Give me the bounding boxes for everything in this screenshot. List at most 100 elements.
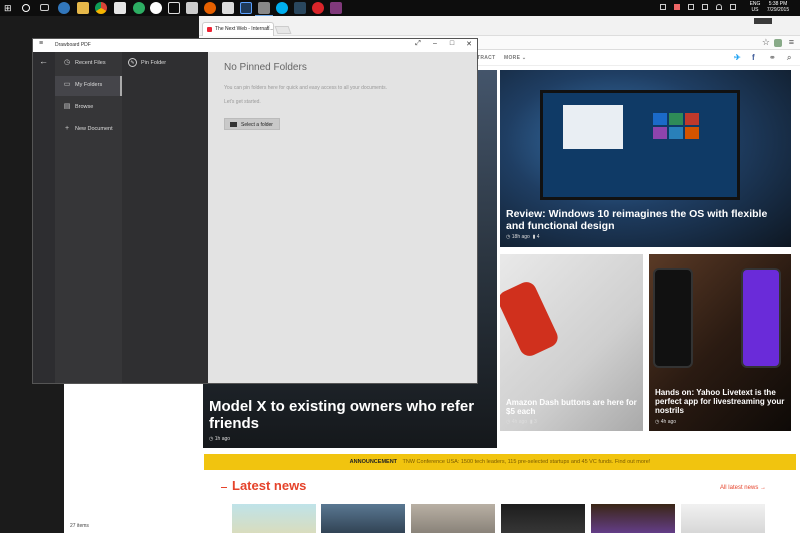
article-meta: ◷ 18h ago ▮ 4 <box>506 234 540 240</box>
facebook-icon[interactable]: f <box>752 53 755 62</box>
bookmark-star-icon[interactable]: ☆ <box>762 37 770 48</box>
steam-icon[interactable] <box>294 2 306 14</box>
clock[interactable]: 5:38 PM 7/29/2015 <box>764 1 792 13</box>
opera-icon[interactable] <box>312 2 324 14</box>
sticker-icon[interactable] <box>133 2 145 14</box>
news-thumbnail[interactable] <box>232 504 316 533</box>
news-thumbnail[interactable] <box>681 504 765 533</box>
article-title[interactable]: Model X to existing owners who refer fri… <box>209 398 491 433</box>
twitter-icon[interactable]: ✈ <box>734 53 741 62</box>
tray-icon[interactable] <box>688 4 694 10</box>
task-view-icon[interactable] <box>40 4 49 11</box>
news-thumbnail[interactable] <box>591 504 675 533</box>
explorer-icon[interactable] <box>77 2 89 14</box>
article-card-yahoo-livetext[interactable]: Hands on: Yahoo Livetext is the perfect … <box>649 254 791 431</box>
folder-icon <box>230 122 237 127</box>
close-icon[interactable]: ✕ <box>464 40 474 48</box>
news-thumbnail[interactable] <box>321 504 405 533</box>
folder-icon: ▭ <box>63 81 71 88</box>
nav-item-new-document[interactable]: + New Document <box>55 120 122 140</box>
article-time: 1h ago <box>214 436 231 442</box>
article-meta: ◷ 4h ago <box>655 419 677 425</box>
onenote-icon[interactable] <box>330 2 342 14</box>
article-meta: ◷ 1h ago <box>209 436 231 442</box>
clock-icon: ◷ <box>63 59 71 66</box>
photoshop-icon[interactable] <box>240 2 252 14</box>
article-time: 4h ago <box>660 419 677 425</box>
article-card-windows-10[interactable]: Review: Windows 10 reimagines the OS wit… <box>500 70 791 247</box>
article-title[interactable]: Amazon Dash buttons are here for $5 each <box>506 398 637 416</box>
nav-item-my-folders[interactable]: ▭ My Folders <box>55 76 122 96</box>
select-folder-button[interactable]: Select a folder <box>224 118 280 130</box>
favicon-icon <box>207 27 212 32</box>
back-arrow-icon[interactable]: ← <box>39 56 48 66</box>
latest-news-heading: Latest news <box>232 478 307 493</box>
tasks-icon[interactable] <box>168 2 180 14</box>
outlook-icon[interactable] <box>222 2 234 14</box>
edge-icon[interactable] <box>58 2 70 14</box>
tray-icon[interactable] <box>660 4 666 10</box>
fullscreen-icon[interactable]: ⤢ <box>413 40 423 48</box>
app-rail: ← <box>33 52 55 383</box>
chrome-icon[interactable] <box>95 2 107 14</box>
dash-button-image <box>500 278 561 360</box>
tray-icon[interactable] <box>674 4 680 10</box>
get-started-text: Let's get started. <box>224 99 261 105</box>
news-thumbnail[interactable] <box>501 504 585 533</box>
store-icon[interactable] <box>114 2 126 14</box>
close-tab-icon[interactable]: × <box>266 25 270 31</box>
main-content: No Pinned Folders You can pin folders he… <box>208 52 477 383</box>
tile <box>669 113 683 125</box>
firefox-icon[interactable] <box>204 2 216 14</box>
nav-item-more[interactable]: MORE ⌄ <box>504 55 526 61</box>
hamburger-menu-icon[interactable]: ≡ <box>39 40 43 47</box>
window-controls[interactable] <box>754 18 772 24</box>
nav-label: Browse <box>75 104 94 110</box>
photo-icon[interactable] <box>186 2 198 14</box>
file-explorer-window: 27 items <box>64 384 200 533</box>
extension-icon[interactable] <box>774 39 782 47</box>
minimize-icon[interactable]: – <box>430 40 440 47</box>
article-card-amazon-dash[interactable]: Amazon Dash buttons are here for $5 each… <box>500 254 643 431</box>
announcement-bar[interactable]: ANNOUNCEMENT TNW Conference USA: 1500 te… <box>204 454 796 470</box>
announcement-label: ANNOUNCEMENT <box>349 459 398 465</box>
tab-strip: The Next Web - Internati... × <box>199 16 800 36</box>
tile <box>653 113 667 125</box>
tile <box>685 113 699 125</box>
article-title[interactable]: Review: Windows 10 reimagines the OS wit… <box>506 208 785 232</box>
article-time: 4h ago <box>511 419 528 425</box>
tray-icon[interactable] <box>702 4 708 10</box>
folder-panel: ✎ Pin Folder <box>122 52 208 383</box>
article-meta: ◷ 4h ago ▮ 3 <box>506 419 537 425</box>
volume-icon[interactable] <box>730 4 736 10</box>
new-tab-button[interactable] <box>274 26 292 34</box>
nav-item-browse[interactable]: ▤ Browse <box>55 98 122 118</box>
drawboard-pdf-window: ≡ Drawboard PDF ⤢ – □ ✕ ← ◷ Recent Files… <box>32 38 478 384</box>
search-icon[interactable] <box>22 4 30 12</box>
skype-icon[interactable] <box>276 2 288 14</box>
all-latest-news-link[interactable]: All latest news → <box>720 485 766 491</box>
link-icon[interactable]: ⚭ <box>769 53 776 62</box>
taskbar: ⊞ ENG US 5:38 PM 7/29/2015 <box>0 0 800 17</box>
start-icon[interactable]: ⊞ <box>4 2 16 14</box>
maximize-icon[interactable]: □ <box>447 40 457 47</box>
nav-item-tract[interactable]: TRACT <box>477 55 495 61</box>
browser-tab[interactable]: The Next Web - Internati... × <box>202 22 274 36</box>
pin-folder-button[interactable]: ✎ Pin Folder <box>128 58 166 67</box>
article-comments: 3 <box>533 419 537 425</box>
circle-icon[interactable] <box>150 2 162 14</box>
announcement-text[interactable]: TNW Conference USA: 1500 tech leaders, 1… <box>402 459 650 465</box>
browse-icon: ▤ <box>63 103 71 110</box>
search-icon[interactable]: ⌕ <box>787 53 791 63</box>
pin-icon: ✎ <box>128 58 137 67</box>
article-title[interactable]: Hands on: Yahoo Livetext is the perfect … <box>655 388 785 416</box>
items-count: 27 items <box>70 523 89 529</box>
tile <box>653 127 667 139</box>
wifi-icon[interactable] <box>716 4 722 10</box>
nav-label: Recent Files <box>75 60 106 66</box>
menu-icon[interactable]: ≡ <box>789 37 794 47</box>
nav-item-recent-files[interactable]: ◷ Recent Files <box>55 54 122 74</box>
news-thumbnail[interactable] <box>411 504 495 533</box>
language-indicator[interactable]: ENG US <box>748 1 762 13</box>
drawboard-icon[interactable] <box>255 2 273 17</box>
